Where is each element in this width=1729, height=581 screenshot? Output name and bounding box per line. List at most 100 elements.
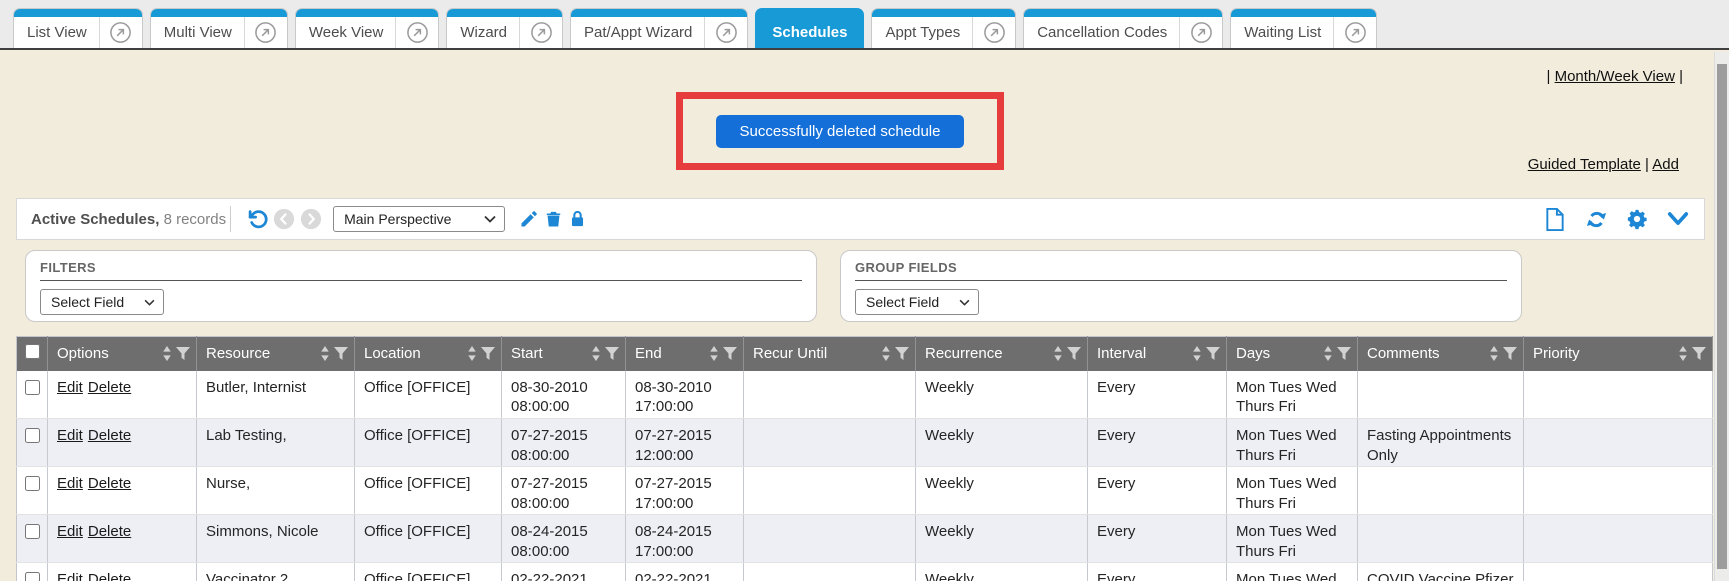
sort-icon[interactable] [881,346,891,361]
view-switch-links: | Month/Week View | [1547,68,1684,85]
external-link-icon[interactable] [396,21,438,44]
sort-icon[interactable] [467,346,477,361]
sort-icon[interactable] [1192,346,1202,361]
external-link-icon[interactable] [520,21,562,44]
sort-icon[interactable] [1323,346,1333,361]
external-link-icon[interactable] [100,21,142,44]
row-checkbox[interactable] [25,572,40,581]
external-link-icon[interactable] [1334,21,1376,44]
guided-template-link[interactable]: Guided Template [1528,156,1641,173]
delete-link[interactable]: Delete [88,571,131,581]
filter-funnel-icon[interactable] [176,347,190,361]
delete-link[interactable]: Delete [88,379,131,396]
external-link-icon[interactable] [245,21,287,44]
perspective-select[interactable]: Main Perspective [333,206,505,232]
delete-perspective-trash-icon[interactable] [541,207,565,231]
delete-link[interactable]: Delete [88,523,131,540]
tab-bar: List View Multi View Week View [0,0,1729,50]
filters-legend: FILTERS [40,260,802,281]
cell-recur-until [744,419,916,467]
tab-week-view[interactable]: Week View [295,8,439,48]
external-link-icon[interactable] [973,21,1015,44]
edit-perspective-pencil-icon[interactable] [517,207,541,231]
filter-funnel-icon[interactable] [481,347,495,361]
filter-funnel-icon[interactable] [1337,347,1351,361]
tab-cancellation-codes[interactable]: Cancellation Codes [1023,8,1223,48]
sort-icon[interactable] [320,346,330,361]
row-checkbox[interactable] [25,476,40,491]
edit-link[interactable]: Edit [57,427,83,444]
column-header-options[interactable]: Options [48,337,197,371]
next-icon[interactable] [299,207,323,231]
tab-waiting-list[interactable]: Waiting List [1230,8,1377,48]
tab-wizard[interactable]: Wizard [446,8,563,48]
column-header-end[interactable]: End [626,337,744,371]
tab-pat-appt-wizard[interactable]: Pat/Appt Wizard [570,8,748,48]
cell-comments: COVID Vaccine Pfizer [1358,563,1524,581]
row-checkbox[interactable] [25,524,40,539]
sort-icon[interactable] [162,346,172,361]
delete-link[interactable]: Delete [88,427,131,444]
group-fields-field-select[interactable]: Select Field [855,289,979,315]
delete-link[interactable]: Delete [88,475,131,492]
filter-funnel-icon[interactable] [1067,347,1081,361]
collapse-chevron-icon[interactable] [1666,207,1690,231]
select-all-checkbox[interactable] [25,344,40,359]
cell-end: 07-27-201512:00:00 [626,419,744,467]
filter-funnel-icon[interactable] [1692,347,1706,361]
filter-funnel-icon[interactable] [723,347,737,361]
tab-schedules[interactable]: Schedules [755,8,864,48]
row-checkbox[interactable] [25,428,40,443]
vertical-scrollbar[interactable] [1714,52,1729,581]
edit-link[interactable]: Edit [57,571,83,581]
cell-resource: Vaccinator 2 [197,563,355,581]
edit-link[interactable]: Edit [57,379,83,396]
cell-start: 07-27-201508:00:00 [502,419,626,467]
filter-funnel-icon[interactable] [895,347,909,361]
settings-gear-icon[interactable] [1625,207,1649,231]
sort-icon[interactable] [1053,346,1063,361]
sort-icon[interactable] [709,346,719,361]
filter-funnel-icon[interactable] [1503,347,1517,361]
column-label: Location [364,345,463,362]
cell-end: 08-30-201017:00:00 [626,371,744,419]
tab-list-view[interactable]: List View [13,8,143,48]
cell-options: Edit Delete [48,563,197,581]
tab-appt-types[interactable]: Appt Types [871,8,1016,48]
new-document-icon[interactable] [1543,207,1567,231]
add-link[interactable]: Add [1652,156,1679,173]
cell-location: Office [OFFICE] [355,563,502,581]
edit-link[interactable]: Edit [57,523,83,540]
tab-multi-view[interactable]: Multi View [150,8,288,48]
column-header-comments[interactable]: Comments [1358,337,1524,371]
sort-icon[interactable] [1678,346,1688,361]
lock-icon[interactable] [565,207,589,231]
undo-icon[interactable] [245,207,269,231]
refresh-icon[interactable] [1584,207,1608,231]
column-header-interval[interactable]: Interval [1088,337,1227,371]
row-checkbox[interactable] [25,380,40,395]
filter-funnel-icon[interactable] [605,347,619,361]
cell-start: 02-22-2021 [502,563,626,581]
cell-days: Mon Tues Wed [1227,563,1358,581]
external-link-icon[interactable] [1180,21,1222,44]
filters-field-select[interactable]: Select Field [40,289,164,315]
column-header-days[interactable]: Days [1227,337,1358,371]
tab-accent-bar [571,9,747,17]
column-header-recurrence[interactable]: Recurrence [916,337,1088,371]
edit-link[interactable]: Edit [57,475,83,492]
column-header-recur-until[interactable]: Recur Until [744,337,916,371]
month-week-view-link[interactable]: Month/Week View [1555,68,1675,85]
sort-icon[interactable] [1489,346,1499,361]
column-header-resource[interactable]: Resource [197,337,355,371]
column-header-start[interactable]: Start [502,337,626,371]
filter-funnel-icon[interactable] [334,347,348,361]
external-link-icon[interactable] [705,21,747,44]
filter-funnel-icon[interactable] [1206,347,1220,361]
column-header-location[interactable]: Location [355,337,502,371]
sort-icon[interactable] [591,346,601,361]
scrollbar-thumb[interactable] [1717,64,1727,569]
column-header-priority[interactable]: Priority [1524,337,1713,371]
table-row: EditDelete Butler, Internist Office [OFF… [17,371,1713,419]
previous-icon[interactable] [272,207,296,231]
